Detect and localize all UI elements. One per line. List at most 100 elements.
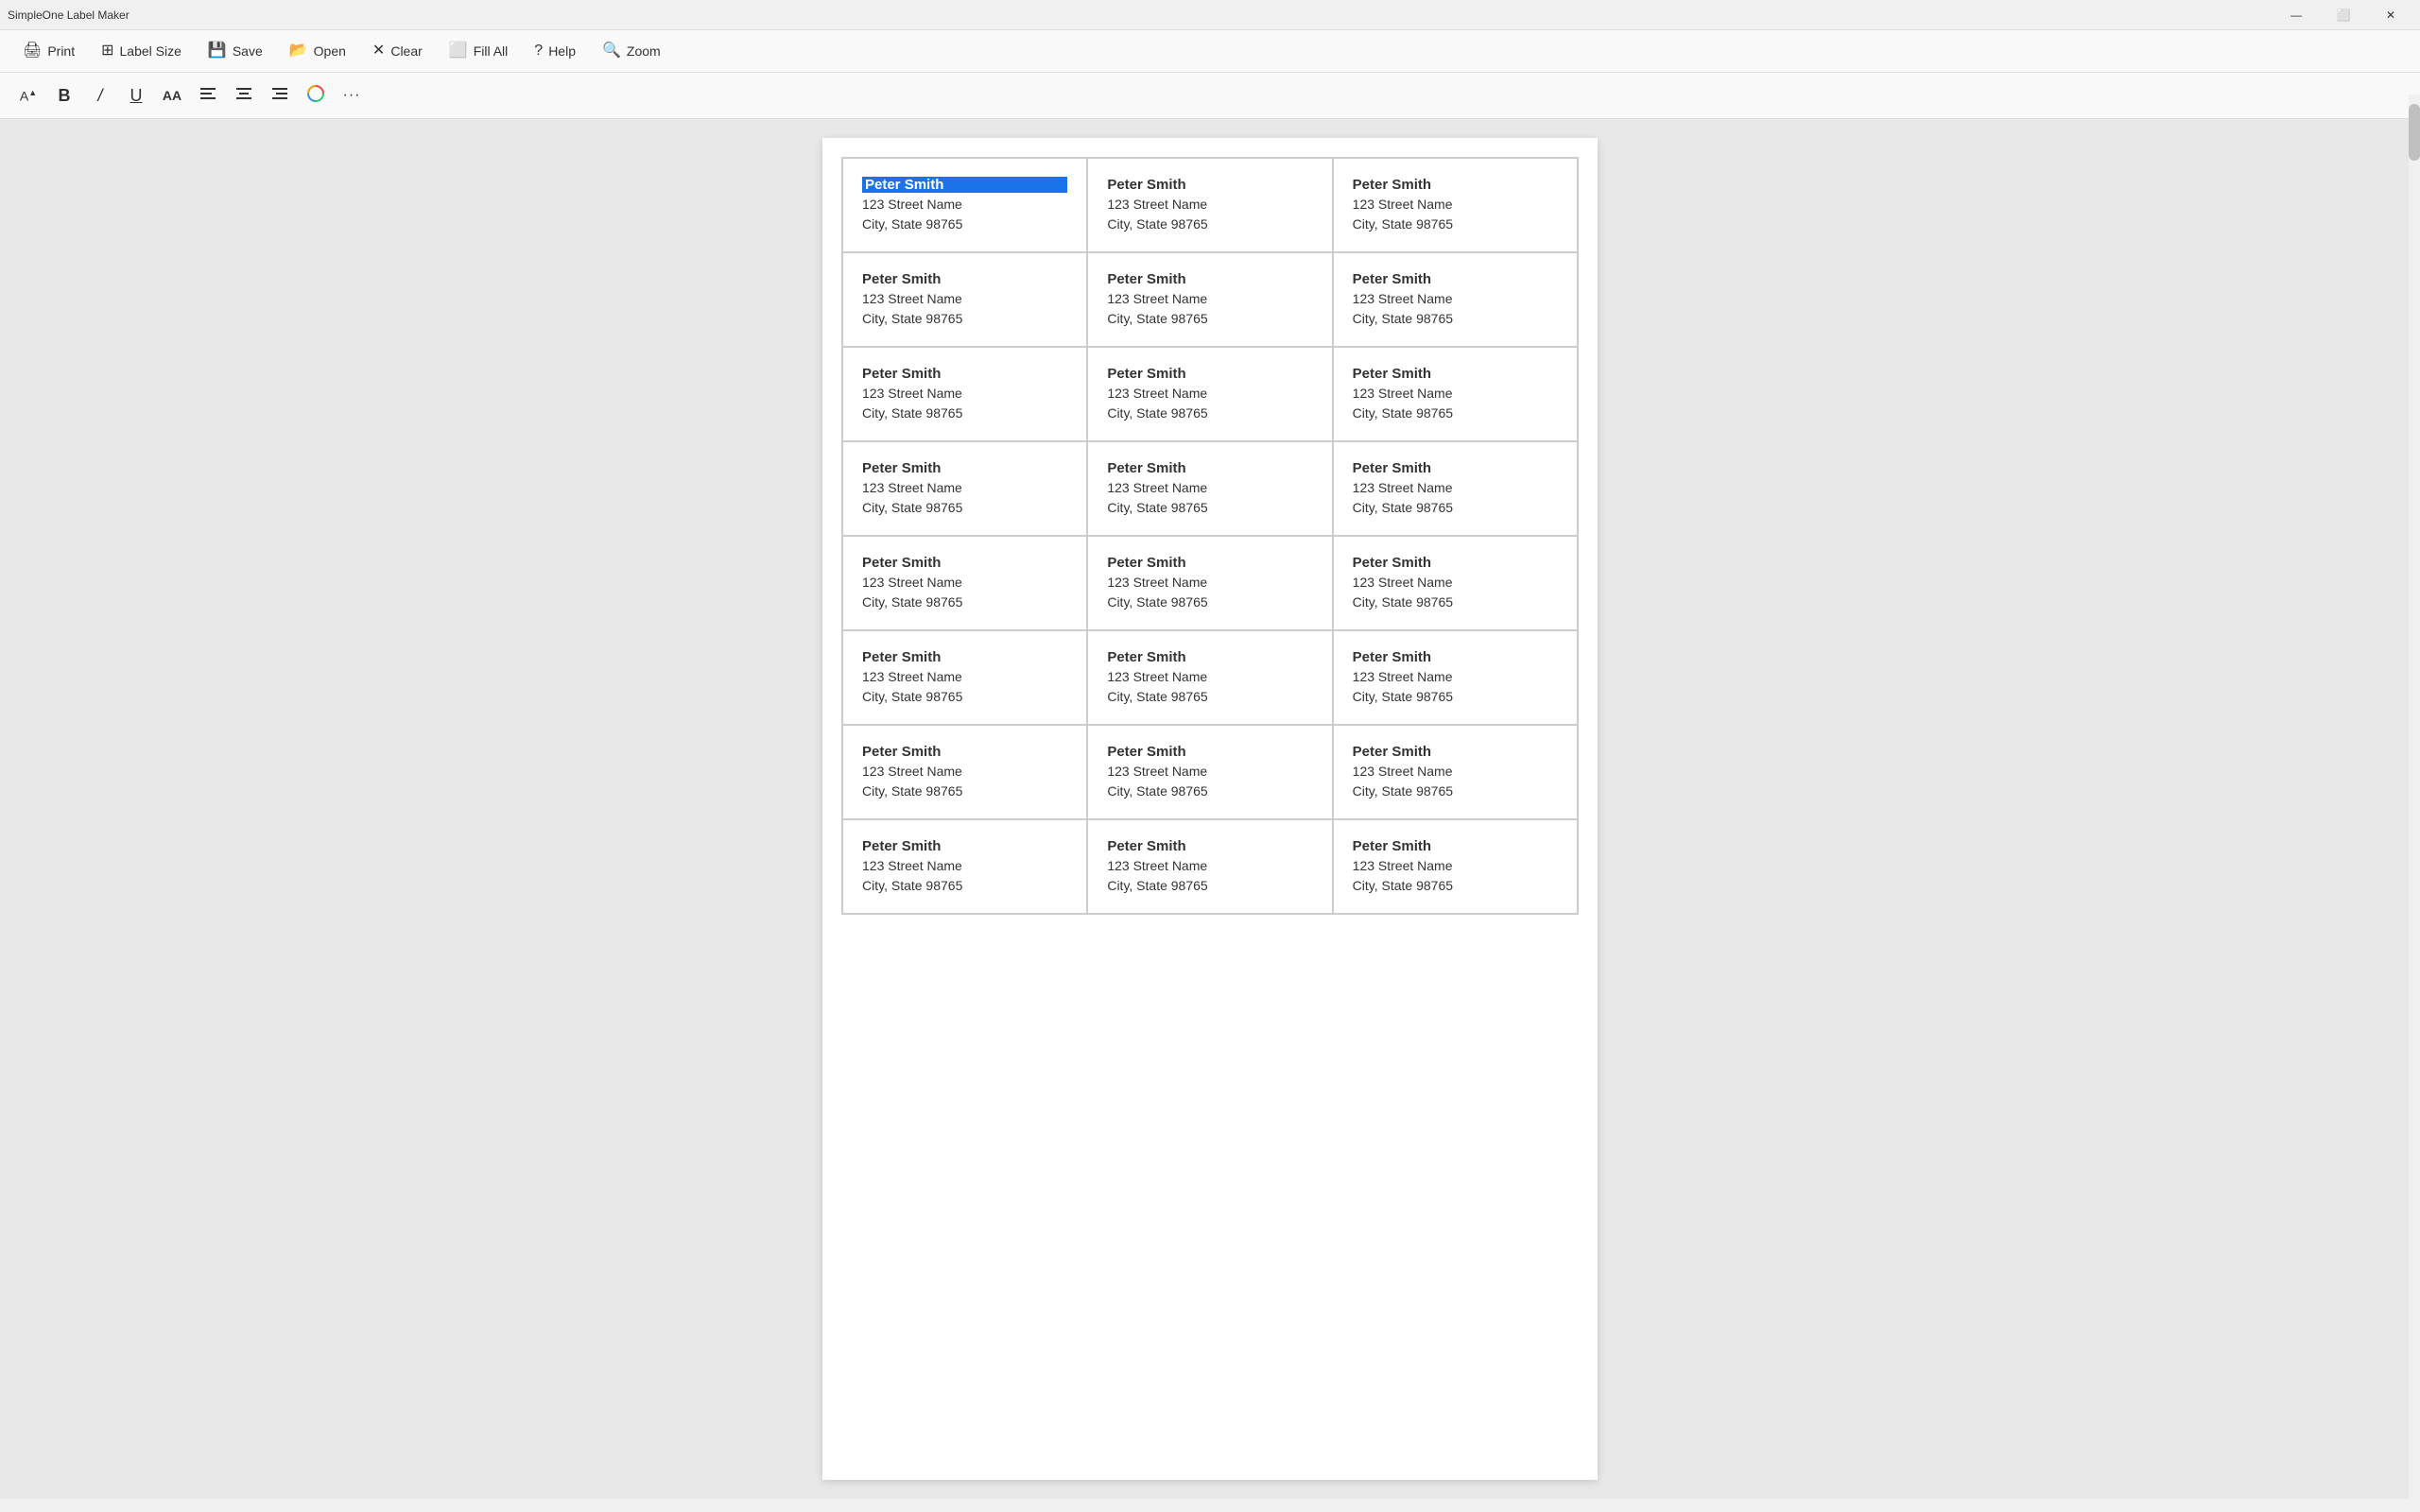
label-cell[interactable]: Peter Smith 123 Street NameCity, State 98…	[1087, 725, 1332, 819]
label-cell[interactable]: Peter Smith 123 Street NameCity, State 98…	[1333, 347, 1578, 441]
label-cell[interactable]: Peter Smith123 Street NameCity, State 98…	[842, 347, 1087, 441]
label-cell[interactable]: Peter Smith 123 Street NameCity, State 98…	[1333, 441, 1578, 536]
color-icon	[306, 84, 325, 108]
label-cell[interactable]: Peter Smith123 Street NameCity, State 98…	[842, 630, 1087, 725]
label-cell[interactable]: Peter Smith123 Street NameCity, State 98…	[842, 252, 1087, 347]
maximize-icon: ⬜	[2337, 9, 2351, 22]
fill-all-button[interactable]: ⬜ Fill All	[438, 38, 519, 64]
label-name[interactable]: Peter Smith	[862, 555, 1067, 571]
label-cell[interactable]: Peter Smith 123 Street NameCity, State 98…	[842, 819, 1087, 914]
app-title: SimpleOne Label Maker	[8, 9, 130, 22]
label-cell[interactable]: Peter Smith 123 Street NameCity, State 98…	[1087, 347, 1332, 441]
italic-button[interactable]: /	[83, 78, 117, 112]
label-name[interactable]: Peter Smith	[862, 744, 1067, 760]
label-address: 123 Street NameCity, State 98765	[862, 573, 1067, 612]
save-button[interactable]: 💾 Save	[197, 38, 274, 64]
label-cell[interactable]: Peter Smith123 Street NameCity, State 98…	[842, 441, 1087, 536]
help-icon: ?	[534, 43, 543, 59]
label-cell[interactable]: Peter Smith123 Street NameCity, State 98…	[1333, 536, 1578, 630]
label-name[interactable]: Peter Smith	[1107, 838, 1312, 854]
label-cell[interactable]: Peter Smith123 Street NameCity, State 98…	[1087, 630, 1332, 725]
open-label: Open	[314, 43, 346, 59]
label-address: 123 Street NameCity, State 98765	[862, 856, 1067, 896]
label-name[interactable]: Peter Smith	[1353, 271, 1558, 287]
format-toolbar: A▲ B / U AA	[0, 73, 2420, 119]
label-cell[interactable]: Peter Smith123 Street NameCity, State 98…	[1087, 252, 1332, 347]
label-name[interactable]: Peter Smith	[1353, 555, 1558, 571]
label-name[interactable]: Peter Smith	[1353, 838, 1558, 854]
align-right-button[interactable]	[263, 78, 297, 112]
label-cell[interactable]: Peter Smith 123 Street NameCity, State 98…	[842, 725, 1087, 819]
more-icon: ···	[343, 87, 361, 104]
label-name[interactable]: Peter Smith	[1107, 744, 1312, 760]
label-address: 123 Street NameCity, State 98765	[1107, 762, 1312, 801]
label-cell[interactable]: Peter Smith 123 Street NameCity, State 98…	[1333, 630, 1578, 725]
underline-icon: U	[130, 86, 143, 106]
align-left-button[interactable]	[191, 78, 225, 112]
label-name[interactable]: Peter Smith	[862, 649, 1067, 665]
label-name[interactable]: Peter Smith	[1107, 271, 1312, 287]
label-cell[interactable]: Peter Smith123 Street NameCity, State 98…	[1087, 536, 1332, 630]
label-grid: Peter Smith 123 Street NameCity, State 98…	[841, 157, 1579, 915]
label-name[interactable]: Peter Smith	[1107, 460, 1312, 476]
label-name[interactable]: Peter Smith	[1107, 555, 1312, 571]
label-name[interactable]: Peter Smith	[1353, 366, 1558, 382]
clear-icon: ✕	[372, 43, 385, 59]
label-name[interactable]: Peter Smith	[1107, 649, 1312, 665]
label-address: 123 Street NameCity, State 98765	[1353, 478, 1558, 518]
label-name[interactable]: Peter Smith	[1353, 744, 1558, 760]
label-name[interactable]: Peter Smith	[862, 177, 1067, 193]
print-button[interactable]: 🖨 Print	[11, 38, 86, 64]
main-toolbar: 🖨 Print ⊞ Label Size 💾 Save 📂 Open ✕ Cle…	[0, 30, 2420, 73]
close-button[interactable]: ✕	[2369, 0, 2412, 30]
label-address: 123 Street NameCity, State 98765	[1107, 384, 1312, 423]
bold-button[interactable]: B	[47, 78, 81, 112]
label-address: 123 Street NameCity, State 98765	[1353, 667, 1558, 707]
scrollbar-thumb[interactable]	[2409, 104, 2420, 161]
label-name[interactable]: Peter Smith	[862, 838, 1067, 854]
label-cell[interactable]: Peter Smith123 Street NameCity, State 98…	[1333, 725, 1578, 819]
color-button[interactable]	[299, 78, 333, 112]
maximize-button[interactable]: ⬜	[2322, 0, 2365, 30]
more-button[interactable]: ···	[335, 78, 369, 112]
label-cell[interactable]: Peter Smith123 Street NameCity, State 98…	[1333, 252, 1578, 347]
label-name[interactable]: Peter Smith	[1107, 366, 1312, 382]
help-button[interactable]: ? Help	[523, 38, 587, 64]
label-name[interactable]: Peter Smith	[1353, 460, 1558, 476]
label-cell[interactable]: Peter Smith123 Street NameCity, State 98…	[1087, 158, 1332, 252]
align-right-icon	[270, 86, 289, 106]
label-name[interactable]: Peter Smith	[862, 271, 1067, 287]
label-cell[interactable]: Peter Smith123 Street NameCity, State 98…	[842, 158, 1087, 252]
label-cell[interactable]: Peter Smith 123 Street NameCity, State 98…	[1333, 819, 1578, 914]
label-cell[interactable]: Peter Smith 123 Street NameCity, State 98…	[842, 536, 1087, 630]
label-name[interactable]: Peter Smith	[1107, 177, 1312, 193]
label-cell[interactable]: Peter Smith123 Street NameCity, State 98…	[1087, 441, 1332, 536]
align-left-icon	[199, 86, 217, 106]
label-cell[interactable]: Peter Smith 123 Street NameCity, State 98…	[1333, 158, 1578, 252]
label-address: 123 Street NameCity, State 98765	[1353, 195, 1558, 234]
align-center-button[interactable]	[227, 78, 261, 112]
scrollbar-track[interactable]	[2409, 94, 2420, 1512]
clear-button[interactable]: ✕ Clear	[361, 38, 434, 64]
main-content: Peter Smith 123 Street NameCity, State 98…	[0, 119, 2420, 1499]
font-icon: AA	[163, 88, 182, 103]
label-size-button[interactable]: ⊞ Label Size	[90, 38, 193, 64]
label-name[interactable]: Peter Smith	[862, 366, 1067, 382]
label-name[interactable]: Peter Smith	[1353, 649, 1558, 665]
label-cell[interactable]: Peter Smith123 Street NameCity, State 98…	[1087, 819, 1332, 914]
label-address: 123 Street NameCity, State 98765	[1353, 384, 1558, 423]
label-name[interactable]: Peter Smith	[862, 460, 1067, 476]
save-icon: 💾	[208, 43, 227, 59]
font-size-button[interactable]: A▲	[11, 78, 45, 112]
label-address: 123 Street NameCity, State 98765	[862, 762, 1067, 801]
font-button[interactable]: AA	[155, 78, 189, 112]
title-bar-controls: — ⬜ ✕	[2274, 0, 2412, 30]
zoom-button[interactable]: 🔍 Zoom	[591, 38, 672, 64]
label-address: 123 Street NameCity, State 98765	[1353, 856, 1558, 896]
open-button[interactable]: 📂 Open	[278, 38, 357, 64]
minimize-button[interactable]: —	[2274, 0, 2318, 30]
title-bar-left: SimpleOne Label Maker	[8, 9, 130, 22]
label-size-icon: ⊞	[101, 43, 113, 59]
label-name[interactable]: Peter Smith	[1353, 177, 1558, 193]
underline-button[interactable]: U	[119, 78, 153, 112]
